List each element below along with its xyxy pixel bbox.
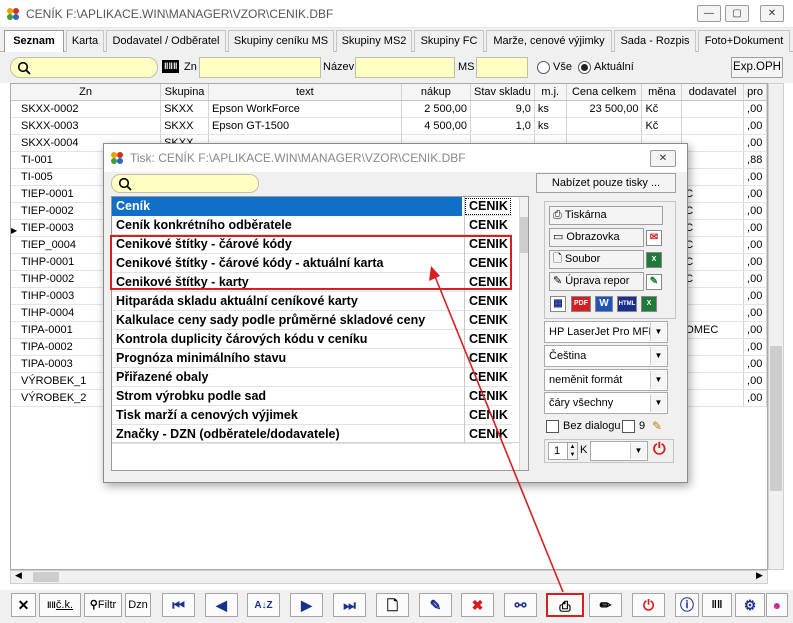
annotation-arrow <box>429 266 564 593</box>
